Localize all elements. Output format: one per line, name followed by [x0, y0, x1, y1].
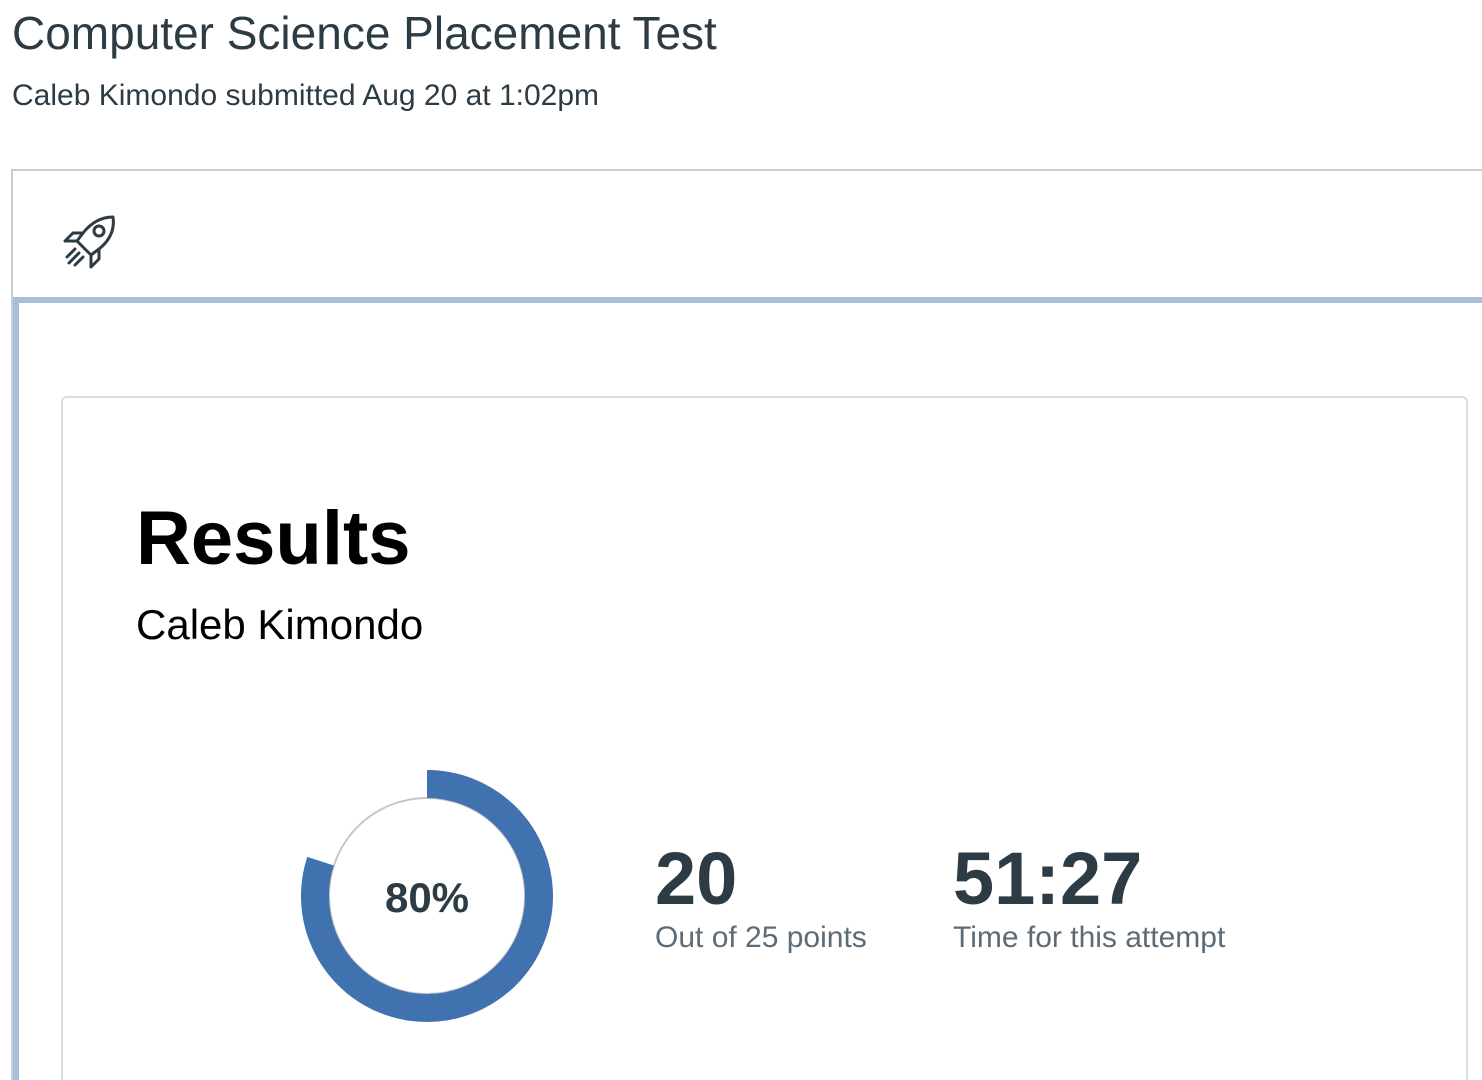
score-donut: 80%: [299, 768, 555, 1024]
score-points: 20: [655, 837, 738, 920]
results-heading: Results: [136, 496, 411, 581]
attempt-time: 51:27: [953, 837, 1143, 920]
page: Computer Science Placement Test Caleb Ki…: [0, 0, 1482, 1080]
score-percent: 80%: [384, 874, 470, 921]
score-stat: 20 Out of 25 points: [655, 836, 867, 958]
student-name: Caleb Kimondo: [136, 601, 424, 648]
time-caption: Time for this attempt: [953, 921, 1226, 954]
frame-left-accent: [13, 297, 19, 1080]
results-card: Results Caleb Kimondo 80% 20 Out of 25 p…: [61, 396, 1468, 1080]
page-title: Computer Science Placement Test: [12, 7, 717, 59]
frame-divider: [13, 297, 1482, 303]
rocket-icon[interactable]: [61, 213, 119, 271]
frame-header: [13, 171, 1482, 299]
submission-info: Caleb Kimondo submitted Aug 20 at 1:02pm: [12, 79, 600, 112]
time-stat: 51:27 Time for this attempt: [953, 836, 1225, 958]
score-caption: Out of 25 points: [655, 921, 867, 954]
